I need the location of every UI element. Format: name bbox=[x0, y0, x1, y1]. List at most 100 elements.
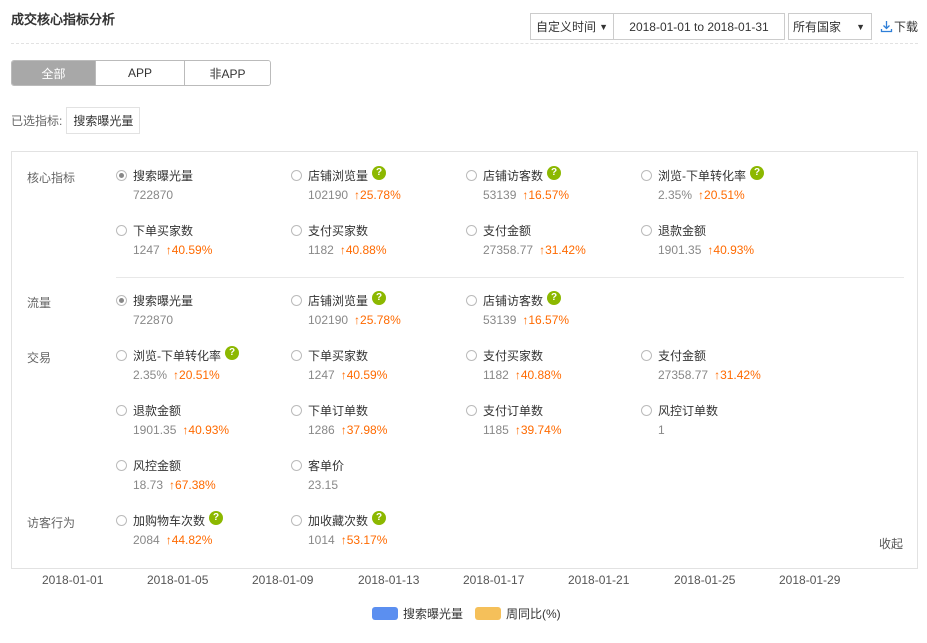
metric-header: 支付金额 bbox=[641, 347, 761, 363]
metric-item[interactable]: 下单买家数 1247 ↑40.59% bbox=[116, 222, 212, 257]
metric-item[interactable]: 店铺浏览量? 102190 ↑25.78% bbox=[291, 165, 401, 202]
collapse-button[interactable]: 收起 bbox=[879, 535, 903, 552]
tab-all[interactable]: 全部 bbox=[12, 61, 96, 85]
header-divider bbox=[11, 43, 918, 44]
tab-non-app[interactable]: 非APP bbox=[185, 61, 270, 85]
metric-radio[interactable] bbox=[466, 404, 477, 416]
metric-item[interactable]: 客单价 23.15 bbox=[291, 457, 344, 492]
metric-radio[interactable] bbox=[291, 514, 302, 526]
metric-radio[interactable] bbox=[116, 224, 127, 236]
metric-value: 1014 bbox=[308, 533, 335, 547]
metric-values: 1182 ↑40.88% bbox=[308, 243, 387, 257]
metric-radio[interactable] bbox=[641, 169, 652, 181]
metric-item[interactable]: 退款金额 1901.35 ↑40.93% bbox=[116, 402, 229, 437]
metric-radio[interactable] bbox=[641, 224, 652, 236]
metric-item[interactable]: 浏览-下单转化率? 2.35% ↑20.51% bbox=[116, 345, 239, 382]
metric-value: 1 bbox=[658, 423, 665, 437]
metric-radio[interactable] bbox=[466, 294, 477, 306]
selected-metric-chip[interactable]: 搜索曝光量 bbox=[66, 107, 141, 134]
metric-radio[interactable] bbox=[116, 459, 127, 471]
filter-bar: 自定义时间 ▼ 2018-01-01 to 2018-01-31 所有国家 ▼ … bbox=[530, 13, 918, 40]
metric-change: ↑44.82% bbox=[165, 533, 213, 547]
download-button[interactable]: 下载 bbox=[880, 18, 918, 35]
metric-radio[interactable] bbox=[641, 349, 652, 361]
metric-change: ↑31.42% bbox=[714, 368, 761, 382]
help-icon[interactable]: ? bbox=[225, 345, 239, 360]
metric-radio[interactable] bbox=[116, 349, 127, 361]
metric-item[interactable]: 退款金额 1901.35 ↑40.93% bbox=[641, 222, 754, 257]
metric-item[interactable]: 支付金额 27358.77 ↑31.42% bbox=[641, 347, 761, 382]
metric-item[interactable]: 搜索曝光量 722870 bbox=[116, 292, 193, 327]
metric-radio[interactable] bbox=[466, 349, 477, 361]
metric-item[interactable]: 风控金额 18.73 ↑67.38% bbox=[116, 457, 216, 492]
metric-header: 支付金额 bbox=[466, 222, 586, 238]
metric-value: 27358.77 bbox=[658, 368, 709, 382]
metric-radio[interactable] bbox=[466, 224, 477, 236]
metric-item[interactable]: 加收藏次数? 1014 ↑53.17% bbox=[291, 510, 387, 547]
metric-item[interactable]: 浏览-下单转化率? 2.35% ↑20.51% bbox=[641, 165, 764, 202]
axis-tick-label: 2018-01-25 bbox=[674, 573, 736, 587]
metric-item[interactable]: 风控订单数 1 bbox=[641, 402, 718, 437]
metric-header: 浏览-下单转化率? bbox=[116, 345, 239, 363]
metric-item[interactable]: 店铺访客数? 53139 ↑16.57% bbox=[466, 165, 569, 202]
metric-header: 风控订单数 bbox=[641, 402, 718, 418]
metric-item[interactable]: 店铺浏览量? 102190 ↑25.78% bbox=[291, 290, 401, 327]
metric-radio[interactable] bbox=[291, 294, 302, 306]
metric-item[interactable]: 加购物车次数? 2084 ↑44.82% bbox=[116, 510, 224, 547]
metric-item[interactable]: 支付金额 27358.77 ↑31.42% bbox=[466, 222, 586, 257]
tab-app[interactable]: APP bbox=[96, 61, 185, 85]
metric-item[interactable]: 下单买家数 1247 ↑40.59% bbox=[291, 347, 387, 382]
axis-tick-label: 2018-01-05 bbox=[147, 573, 209, 587]
legend-item[interactable]: 周同比(%) bbox=[475, 605, 561, 622]
metric-radio[interactable] bbox=[291, 224, 302, 236]
metric-name: 下单订单数 bbox=[308, 403, 369, 418]
metric-name: 风控金额 bbox=[133, 458, 182, 473]
metric-radio[interactable] bbox=[641, 404, 652, 416]
metric-values: 2.35% ↑20.51% bbox=[658, 188, 764, 202]
metric-change: ↑20.51% bbox=[698, 188, 745, 202]
metric-radio[interactable] bbox=[291, 349, 302, 361]
metric-name: 店铺浏览量 bbox=[308, 168, 369, 183]
metric-value: 1247 bbox=[133, 243, 160, 257]
metric-item[interactable]: 支付买家数 1182 ↑40.88% bbox=[291, 222, 387, 257]
metric-radio[interactable] bbox=[116, 169, 127, 181]
metric-value: 27358.77 bbox=[483, 243, 534, 257]
metric-name: 客单价 bbox=[308, 458, 345, 473]
metric-item[interactable]: 支付买家数 1182 ↑40.88% bbox=[466, 347, 562, 382]
metric-radio[interactable] bbox=[116, 294, 127, 306]
help-icon[interactable]: ? bbox=[547, 290, 562, 305]
metric-values: 1247 ↑40.59% bbox=[133, 243, 212, 257]
metric-name: 支付金额 bbox=[658, 348, 707, 363]
metric-values: 1182 ↑40.88% bbox=[483, 368, 562, 382]
group-label-traffic: 流量 bbox=[27, 296, 52, 310]
date-range-input[interactable]: 2018-01-01 to 2018-01-31 bbox=[614, 13, 785, 40]
metric-radio[interactable] bbox=[116, 514, 127, 526]
help-icon[interactable]: ? bbox=[750, 165, 764, 180]
metric-name: 浏览-下单转化率 bbox=[658, 168, 746, 183]
legend-label: 周同比(%) bbox=[506, 607, 561, 621]
metric-header: 店铺浏览量? bbox=[291, 165, 401, 183]
metric-radio[interactable] bbox=[291, 169, 302, 181]
axis-tick-label: 2018-01-13 bbox=[358, 573, 420, 587]
metric-item[interactable]: 支付订单数 1185 ↑39.74% bbox=[466, 402, 562, 437]
metric-item[interactable]: 搜索曝光量 722870 bbox=[116, 167, 193, 202]
metric-radio[interactable] bbox=[116, 404, 127, 416]
metric-name: 加购物车次数 bbox=[133, 513, 206, 528]
metric-item[interactable]: 下单订单数 1286 ↑37.98% bbox=[291, 402, 387, 437]
help-icon[interactable]: ? bbox=[372, 510, 387, 525]
metric-item[interactable]: 店铺访客数? 53139 ↑16.57% bbox=[466, 290, 569, 327]
metric-values: 18.73 ↑67.38% bbox=[133, 478, 216, 492]
country-select[interactable]: 所有国家 ▼ bbox=[788, 13, 872, 40]
metric-value: 1182 bbox=[308, 243, 334, 257]
legend-item[interactable]: 搜索曝光量 bbox=[372, 605, 463, 622]
metric-radio[interactable] bbox=[291, 459, 302, 471]
help-icon[interactable]: ? bbox=[209, 510, 224, 525]
metric-radio[interactable] bbox=[291, 404, 302, 416]
date-type-select[interactable]: 自定义时间 ▼ bbox=[530, 13, 614, 40]
metric-name: 下单买家数 bbox=[308, 348, 369, 363]
metric-radio[interactable] bbox=[466, 169, 477, 181]
legend-swatch bbox=[372, 607, 398, 620]
help-icon[interactable]: ? bbox=[547, 165, 562, 180]
help-icon[interactable]: ? bbox=[372, 290, 387, 305]
help-icon[interactable]: ? bbox=[372, 165, 387, 180]
